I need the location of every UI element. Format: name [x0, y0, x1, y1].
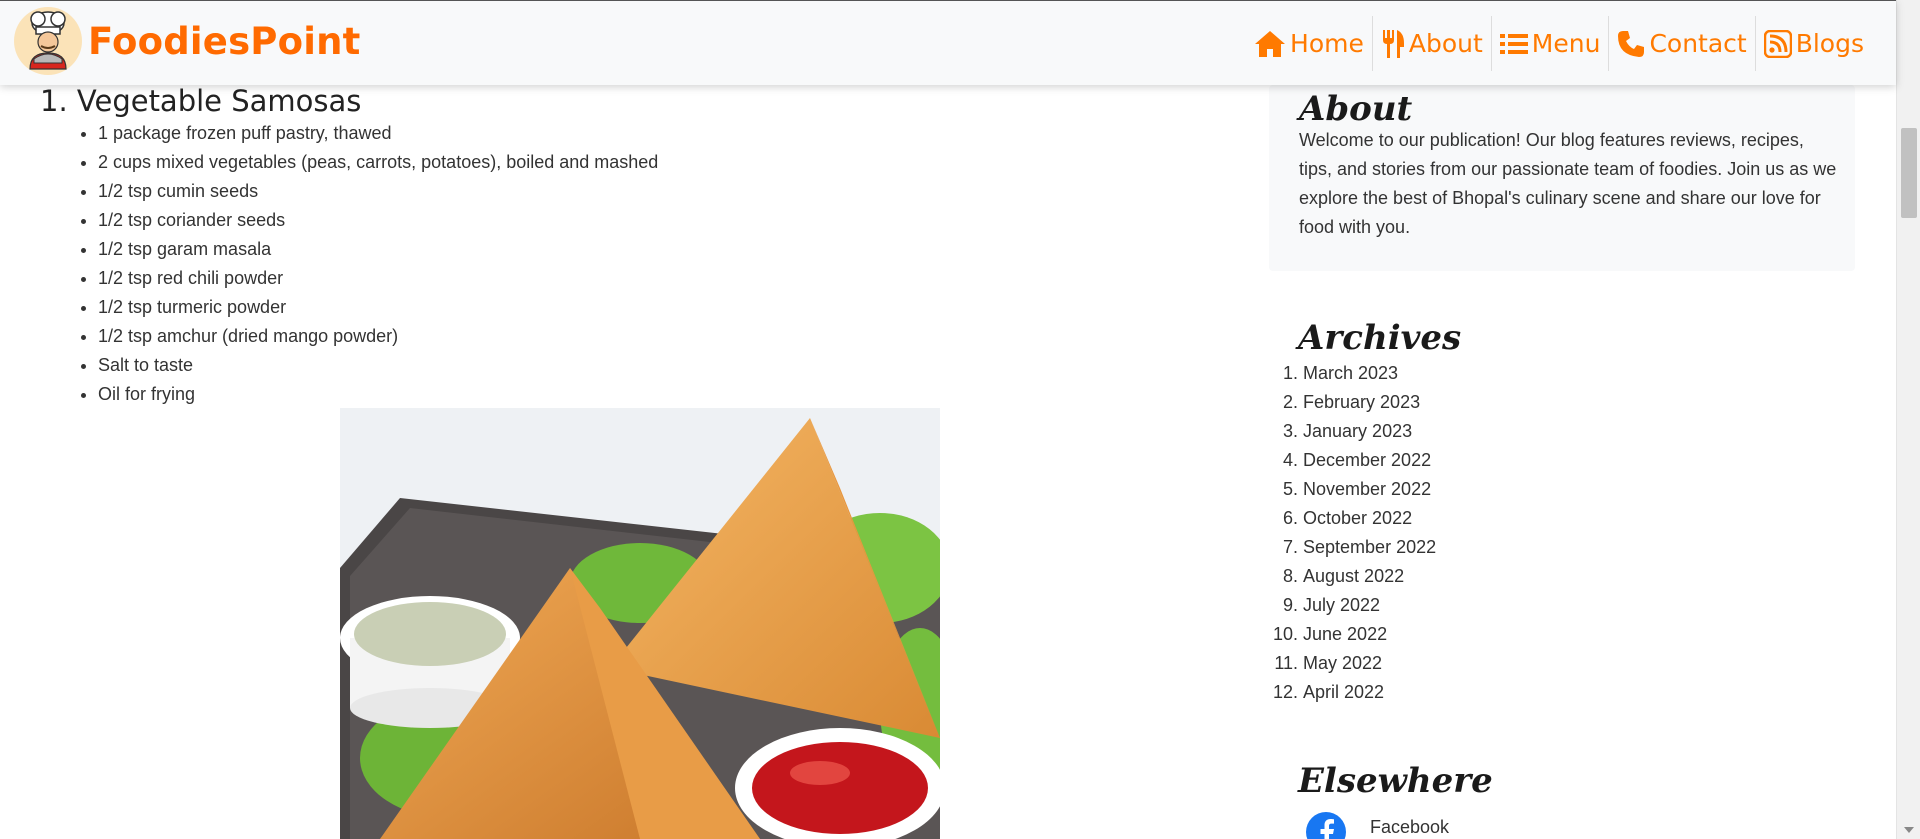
phone-icon — [1618, 30, 1645, 57]
ingredient-item: 1/2 tsp coriander seeds — [98, 208, 658, 237]
about-title: About — [1299, 89, 1413, 129]
archive-item[interactable]: 4. December 2022 — [1268, 447, 1436, 476]
ingredient-item: Oil for frying — [98, 382, 658, 411]
ingredient-item: 1/2 tsp cumin seeds — [98, 179, 658, 208]
archive-link[interactable]: June 2022 — [1303, 621, 1387, 650]
scrollbar-thumb[interactable] — [1901, 128, 1917, 218]
nav-about-label: About — [1408, 29, 1483, 58]
nav-about[interactable]: About — [1371, 16, 1491, 71]
elsewhere-title: Elsewhere — [1298, 761, 1493, 801]
archive-link[interactable]: July 2022 — [1303, 592, 1380, 621]
archive-link[interactable]: December 2022 — [1303, 447, 1431, 476]
archive-item[interactable]: 6. October 2022 — [1268, 505, 1436, 534]
archive-link[interactable]: March 2023 — [1303, 360, 1398, 389]
archive-link[interactable]: February 2023 — [1303, 389, 1420, 418]
archive-item[interactable]: 9. July 2022 — [1268, 592, 1436, 621]
ingredient-item: 1/2 tsp red chili powder — [98, 266, 658, 295]
nav-contact-label: Contact — [1649, 29, 1747, 58]
archive-link[interactable]: August 2022 — [1303, 563, 1404, 592]
nav-menu-label: Menu — [1531, 29, 1601, 58]
home-icon — [1255, 30, 1286, 57]
main-nav: Home About Menu Contact Blogs — [1246, 16, 1872, 71]
page-scrollbar[interactable] — [1896, 0, 1920, 839]
nav-contact[interactable]: Contact — [1608, 16, 1754, 71]
ingredient-item: 1/2 tsp garam masala — [98, 237, 658, 266]
archive-item[interactable]: 3. January 2023 — [1268, 418, 1436, 447]
ingredient-item: 1/2 tsp turmeric powder — [98, 295, 658, 324]
archives-list: 1. March 2023 2. February 2023 3. Januar… — [1268, 360, 1436, 708]
archive-item[interactable]: 12. April 2022 — [1268, 679, 1436, 708]
brand-name: FoodiesPoint — [88, 19, 361, 63]
nav-blogs-label: Blogs — [1795, 29, 1864, 58]
archive-link[interactable]: November 2022 — [1303, 476, 1431, 505]
nav-blogs[interactable]: Blogs — [1754, 16, 1872, 71]
archive-link[interactable]: April 2022 — [1303, 679, 1384, 708]
social-link-facebook[interactable]: Facebook — [1306, 812, 1449, 839]
rss-icon — [1763, 29, 1792, 58]
nav-menu[interactable]: Menu — [1490, 16, 1609, 71]
recipe-title: 1. Vegetable Samosas — [40, 84, 362, 118]
archive-item[interactable]: 2. February 2023 — [1268, 389, 1436, 418]
archives-title: Archives — [1298, 318, 1462, 358]
nav-home-label: Home — [1290, 29, 1364, 58]
facebook-icon — [1306, 812, 1346, 839]
ingredient-item: 1 package frozen puff pastry, thawed — [98, 121, 658, 150]
archive-link[interactable]: May 2022 — [1303, 650, 1382, 679]
facebook-label[interactable]: Facebook — [1370, 817, 1449, 838]
navbar: FoodiesPoint Home About Menu Contact Blo… — [0, 0, 1896, 85]
archive-item[interactable]: 11. May 2022 — [1268, 650, 1436, 679]
about-text: Welcome to our publication! Our blog fea… — [1299, 130, 1837, 237]
archive-item[interactable]: 7. September 2022 — [1268, 534, 1436, 563]
ingredient-item: Salt to taste — [98, 353, 658, 382]
archive-item[interactable]: 8. August 2022 — [1268, 563, 1436, 592]
archive-link[interactable]: January 2023 — [1303, 418, 1412, 447]
utensils-icon — [1382, 29, 1404, 58]
nav-home[interactable]: Home — [1246, 16, 1372, 71]
about-box: About Welcome to our publication! Our bl… — [1269, 85, 1855, 271]
ingredient-item: 1/2 tsp amchur (dried mango powder) — [98, 324, 658, 353]
samosa-illustration — [340, 408, 940, 839]
main-content: 1. Vegetable Samosas 1 package frozen pu… — [0, 0, 1240, 839]
brand[interactable]: FoodiesPoint — [14, 7, 361, 75]
archive-item[interactable]: 1. March 2023 — [1268, 360, 1436, 389]
archive-link[interactable]: September 2022 — [1303, 534, 1436, 563]
chef-logo-icon — [14, 7, 82, 75]
samosa-image — [340, 408, 940, 839]
ingredient-list: 1 package frozen puff pastry, thawed 2 c… — [98, 121, 658, 411]
archive-link[interactable]: October 2022 — [1303, 505, 1412, 534]
ingredient-item: 2 cups mixed vegetables (peas, carrots, … — [98, 150, 658, 179]
scroll-down-arrow-icon[interactable] — [1904, 827, 1914, 833]
list-icon — [1499, 33, 1528, 54]
archive-item[interactable]: 10. June 2022 — [1268, 621, 1436, 650]
archive-item[interactable]: 5. November 2022 — [1268, 476, 1436, 505]
